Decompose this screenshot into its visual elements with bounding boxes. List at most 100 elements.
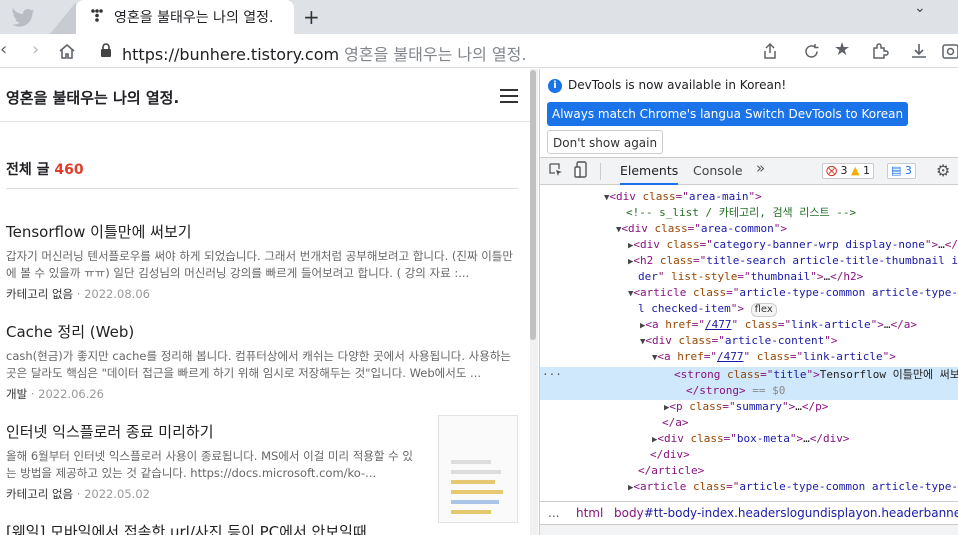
tab-title: 영혼을 불태우는 나의 열정.	[114, 10, 274, 26]
post-summary[interactable]: cash(현금)가 좋지만 cache를 정리해 봅니다. 컴퓨터상에서 캐쉬는…	[6, 348, 518, 382]
devtools-panel: i DevTools is now available in Korean! A…	[539, 69, 958, 535]
post-date: 2022.06.26	[38, 387, 104, 401]
blog-title[interactable]: 영혼을 불태우는 나의 열정.	[6, 87, 179, 108]
settings-gear-icon[interactable]: ⚙	[936, 161, 950, 180]
dom-comment[interactable]: <!-- s_list / 카테고리, 검색 리스트 -->	[626, 205, 856, 221]
breadcrumb-body-tag: body	[614, 506, 644, 520]
web-page: 영혼을 불태우는 나의 열정. 전체 글 460 Tensorflow 이틀만에…	[0, 69, 530, 535]
post-meta: 개발 · 2022.06.26	[6, 386, 518, 402]
dom-node[interactable]: ▼<article class="article-type-common art…	[628, 285, 958, 301]
meta-separator: ·	[76, 287, 81, 301]
post-category[interactable]: 카테고리 없음	[6, 287, 73, 301]
dom-tree[interactable]: ··· ▼<div class="area-main"> <!-- s_list…	[540, 186, 958, 498]
post-category[interactable]: 카테고리 없음	[6, 487, 73, 501]
dom-node-cont[interactable]: der" list-style="thumbnail">…</h2>	[638, 269, 863, 285]
post-meta: 카테고리 없음 · 2022.05.02	[6, 486, 416, 502]
dom-node[interactable]: ▶<div class="category-banner-wrp display…	[628, 237, 958, 253]
extensions-icon[interactable]	[871, 42, 889, 60]
bookmark-star-icon[interactable]: ★	[834, 39, 850, 61]
post-item[interactable]: [웨일] 모바일에서 접속한 url/사진 등이 PC에서 안보일때	[6, 521, 518, 535]
post-meta: 카테고리 없음 · 2022.08.06	[6, 286, 518, 302]
breadcrumb-html[interactable]: html	[576, 502, 603, 524]
total-label: 전체 글	[6, 162, 50, 178]
dom-node[interactable]: ▶<h2 class="title-search article-title-t…	[628, 253, 958, 269]
elements-breadcrumb: ... html body#tt-body-index.headerslogun…	[540, 501, 958, 523]
issues-badge[interactable]: ⨂ 3 ▲ 1	[822, 163, 874, 179]
dom-node-selected[interactable]: <strong class="title">Tensorflow 이틀만에 써보	[674, 367, 958, 383]
dom-node[interactable]: ▼<div class="area-common">	[616, 221, 787, 237]
inspect-element-icon[interactable]	[548, 162, 564, 178]
post-summary[interactable]: 갑자기 머신러닝 텐서플로우를 써야 하게 되었습니다. 그래서 번개처럼 공부…	[6, 248, 518, 282]
share-icon[interactable]	[762, 42, 778, 60]
dom-node-cont[interactable]: l checked-item"> flex	[638, 301, 777, 317]
node-actions-dots[interactable]: ···	[542, 367, 562, 383]
post-item[interactable]: 인터넷 익스플로러 종료 미리하기 올해 6월부터 인터넷 익스플로러 사용이 …	[6, 421, 416, 502]
dom-node-close[interactable]: </strong> == $0	[686, 383, 785, 399]
switch-language-button[interactable]: Switch DevTools to Korean	[740, 102, 909, 126]
device-toolbar-icon[interactable]	[574, 161, 588, 179]
total-divider	[6, 188, 518, 189]
dom-node-close[interactable]: </article>	[638, 463, 704, 479]
flex-badge[interactable]: flex	[750, 303, 777, 317]
forward-icon[interactable]: ›	[32, 39, 39, 61]
post-summary[interactable]: 올해 6월부터 인터넷 익스플로러 사용이 종료됩니다. MS에서 이걸 미리 …	[6, 448, 416, 482]
menu-hamburger-icon[interactable]	[500, 89, 518, 103]
tab-search-chevron-icon[interactable]: ⌄	[914, 0, 926, 16]
home-icon[interactable]	[58, 43, 76, 59]
post-category[interactable]: 개발	[6, 387, 27, 401]
error-icon: ⨂	[826, 164, 837, 177]
post-date: 2022.05.02	[84, 487, 150, 501]
dom-node[interactable]: ▼<a href="/477" class="link-article">	[652, 349, 896, 365]
dom-node[interactable]: ▶<p class="summary">…</p>	[664, 399, 828, 415]
dom-node[interactable]: ▶<div class="box-meta">…</div>	[652, 431, 850, 447]
tab-console[interactable]: Console	[693, 158, 743, 185]
meta-separator: ·	[76, 487, 81, 501]
download-icon[interactable]	[910, 42, 928, 60]
language-infobar: i DevTools is now available in Korean! A…	[540, 69, 958, 157]
tab-elements[interactable]: Elements	[620, 158, 679, 185]
back-icon[interactable]: ‹	[0, 39, 7, 61]
match-language-button[interactable]: Always match Chrome's language	[547, 102, 761, 126]
address-bar[interactable]: https://bunhere.tistory.com 영혼을 불태우는 나의 …	[122, 41, 526, 65]
warning-icon: ▲	[851, 164, 860, 177]
dom-node[interactable]: ▼<div class="area-main">	[604, 189, 762, 205]
devtools-toolbar: Elements Console » ⨂ 3 ▲ 1 ▤ 3 ⚙	[540, 157, 958, 185]
meta-separator: ·	[30, 387, 35, 401]
dom-node-close[interactable]: </div>	[650, 447, 690, 463]
new-tab-button[interactable]: +	[303, 5, 320, 29]
pinned-tab-twitter[interactable]	[0, 0, 76, 34]
post-title[interactable]: 인터넷 익스플로러 종료 미리하기	[6, 421, 416, 442]
messages-badge[interactable]: ▤ 3	[887, 163, 916, 179]
message-count: 3	[904, 164, 912, 177]
tistory-favicon-icon	[91, 9, 103, 22]
post-title[interactable]: [웨일] 모바일에서 접속한 url/사진 등이 PC에서 안보일때	[6, 521, 518, 535]
toolbar-separator	[600, 163, 601, 180]
warning-count: 1	[862, 164, 870, 177]
reload-icon[interactable]	[803, 43, 820, 60]
browser-toolbar: ‹ › https://bunhere.tistory.com 영혼을 불태우는…	[0, 34, 958, 68]
message-icon: ▤	[891, 164, 902, 177]
post-total-heading: 전체 글 460	[6, 159, 84, 179]
infobar-text: DevTools is now available in Korean!	[568, 78, 787, 92]
styles-tab-strip	[540, 524, 958, 535]
breadcrumb-body-selector: #tt-body-index.headerslogundisplayon.hea…	[643, 506, 958, 520]
page-scrollbar-thumb[interactable]	[530, 70, 536, 340]
dom-node[interactable]: ▶<article class="article-type-common art…	[628, 479, 958, 495]
header-divider	[0, 121, 530, 122]
post-thumbnail-image[interactable]	[438, 415, 518, 523]
dom-node[interactable]: ▼<div class="article-content">	[640, 333, 838, 349]
post-title[interactable]: Cache 정리 (Web)	[6, 321, 518, 342]
info-icon: i	[548, 79, 562, 93]
breadcrumb-overflow[interactable]: ...	[548, 502, 559, 524]
post-item[interactable]: Cache 정리 (Web) cash(현금)가 좋지만 cache를 정리해 …	[6, 321, 518, 402]
more-tabs-icon[interactable]: »	[756, 159, 765, 177]
lock-icon[interactable]	[100, 43, 112, 58]
tab-strip: 영혼을 불태우는 나의 열정. + ⌄	[0, 0, 958, 34]
dom-node-close[interactable]: </a>	[662, 415, 689, 431]
screenshot-icon[interactable]	[942, 42, 958, 60]
post-item[interactable]: Tensorflow 이틀만에 써보기 갑자기 머신러닝 텐서플로우를 써야 하…	[6, 221, 518, 302]
dont-show-again-button[interactable]: Don't show again	[547, 130, 664, 154]
breadcrumb-body[interactable]: body#tt-body-index.headerslogundisplayon…	[614, 502, 958, 524]
dom-node[interactable]: ▶<a href="/477" class="link-article">…</…	[640, 317, 917, 333]
post-title[interactable]: Tensorflow 이틀만에 써보기	[6, 221, 518, 242]
